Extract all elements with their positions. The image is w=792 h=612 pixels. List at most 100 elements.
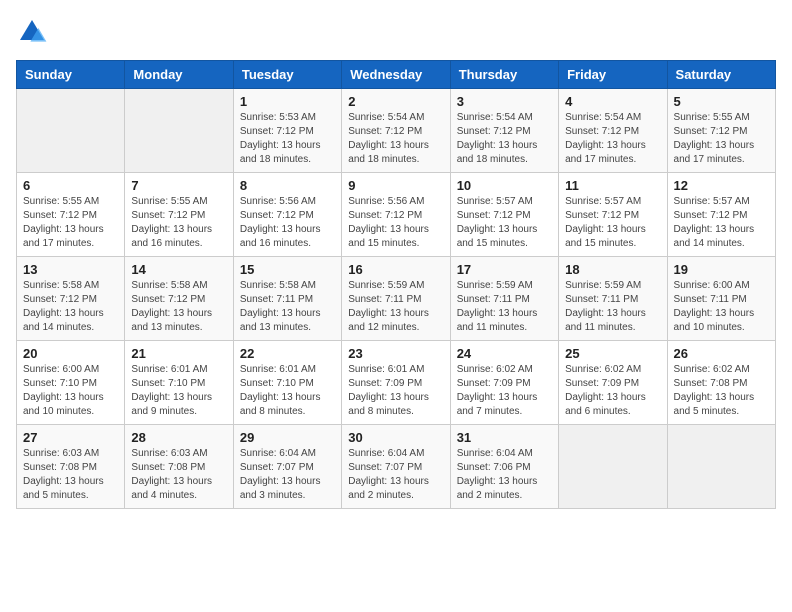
calendar-cell: 8 Sunrise: 5:56 AM Sunset: 7:12 PM Daylig…: [233, 173, 341, 257]
weekday-header-tuesday: Tuesday: [233, 61, 341, 89]
weekday-header-friday: Friday: [559, 61, 667, 89]
calendar-cell: 22 Sunrise: 6:01 AM Sunset: 7:10 PM Dayli…: [233, 341, 341, 425]
calendar-cell: [17, 89, 125, 173]
day-info: Sunrise: 6:00 AM Sunset: 7:10 PM Dayligh…: [23, 363, 118, 419]
day-info: Sunrise: 5:58 AM Sunset: 7:11 PM Dayligh…: [240, 279, 335, 335]
calendar-cell: 7 Sunrise: 5:55 AM Sunset: 7:12 PM Daylig…: [125, 173, 233, 257]
day-number: 30: [348, 430, 443, 445]
calendar-cell: 5 Sunrise: 5:55 AM Sunset: 7:12 PM Daylig…: [667, 89, 775, 173]
day-info: Sunrise: 5:58 AM Sunset: 7:12 PM Dayligh…: [23, 279, 118, 335]
day-info: Sunrise: 5:56 AM Sunset: 7:12 PM Dayligh…: [348, 195, 443, 251]
weekday-header-thursday: Thursday: [450, 61, 558, 89]
day-number: 14: [131, 262, 226, 277]
calendar-week-5: 27Sunrise: 6:03 AM Sunset: 7:08 PM Dayli…: [17, 425, 776, 509]
calendar-cell: 26 Sunrise: 6:02 AM Sunset: 7:08 PM Dayli…: [667, 341, 775, 425]
calendar-cell: 4Sunrise: 5:54 AM Sunset: 7:12 PM Daylig…: [559, 89, 667, 173]
calendar-cell: 30Sunrise: 6:04 AM Sunset: 7:07 PM Dayli…: [342, 425, 450, 509]
day-number: 23: [348, 346, 443, 361]
calendar-cell: 11 Sunrise: 5:57 AM Sunset: 7:12 PM Dayli…: [559, 173, 667, 257]
calendar-cell: 10Sunrise: 5:57 AM Sunset: 7:12 PM Dayli…: [450, 173, 558, 257]
calendar-week-2: 6 Sunrise: 5:55 AM Sunset: 7:12 PM Daylig…: [17, 173, 776, 257]
weekday-header-monday: Monday: [125, 61, 233, 89]
day-number: 12: [674, 178, 769, 193]
calendar-cell: 2 Sunrise: 5:54 AM Sunset: 7:12 PM Daylig…: [342, 89, 450, 173]
calendar-week-3: 13 Sunrise: 5:58 AM Sunset: 7:12 PM Dayli…: [17, 257, 776, 341]
day-number: 19: [674, 262, 769, 277]
day-info: Sunrise: 6:02 AM Sunset: 7:08 PM Dayligh…: [674, 363, 769, 419]
weekday-header-wednesday: Wednesday: [342, 61, 450, 89]
day-number: 3: [457, 94, 552, 109]
logo-icon: [16, 16, 48, 48]
calendar-cell: [559, 425, 667, 509]
day-info: Sunrise: 5:59 AM Sunset: 7:11 PM Dayligh…: [348, 279, 443, 335]
day-info: Sunrise: 6:04 AM Sunset: 7:07 PM Dayligh…: [240, 447, 335, 503]
calendar-cell: 21 Sunrise: 6:01 AM Sunset: 7:10 PM Dayli…: [125, 341, 233, 425]
calendar-cell: 3 Sunrise: 5:54 AM Sunset: 7:12 PM Daylig…: [450, 89, 558, 173]
day-info: Sunrise: 5:55 AM Sunset: 7:12 PM Dayligh…: [23, 195, 118, 251]
day-number: 28: [131, 430, 226, 445]
day-number: 8: [240, 178, 335, 193]
day-number: 31: [457, 430, 552, 445]
calendar-cell: 28 Sunrise: 6:03 AM Sunset: 7:08 PM Dayli…: [125, 425, 233, 509]
calendar-cell: 20Sunrise: 6:00 AM Sunset: 7:10 PM Dayli…: [17, 341, 125, 425]
day-info: Sunrise: 5:57 AM Sunset: 7:12 PM Dayligh…: [565, 195, 660, 251]
day-number: 25: [565, 346, 660, 361]
day-number: 18: [565, 262, 660, 277]
day-info: Sunrise: 6:04 AM Sunset: 7:06 PM Dayligh…: [457, 447, 552, 503]
calendar-cell: 27Sunrise: 6:03 AM Sunset: 7:08 PM Dayli…: [17, 425, 125, 509]
day-number: 4: [565, 94, 660, 109]
day-number: 5: [674, 94, 769, 109]
page-header: [16, 16, 776, 48]
day-info: Sunrise: 6:00 AM Sunset: 7:11 PM Dayligh…: [674, 279, 769, 335]
day-info: Sunrise: 5:58 AM Sunset: 7:12 PM Dayligh…: [131, 279, 226, 335]
day-number: 6: [23, 178, 118, 193]
weekday-header-sunday: Sunday: [17, 61, 125, 89]
day-info: Sunrise: 5:53 AM Sunset: 7:12 PM Dayligh…: [240, 111, 335, 167]
calendar-cell: 24Sunrise: 6:02 AM Sunset: 7:09 PM Dayli…: [450, 341, 558, 425]
day-info: Sunrise: 6:03 AM Sunset: 7:08 PM Dayligh…: [131, 447, 226, 503]
day-info: Sunrise: 6:01 AM Sunset: 7:10 PM Dayligh…: [131, 363, 226, 419]
calendar-cell: 29 Sunrise: 6:04 AM Sunset: 7:07 PM Dayli…: [233, 425, 341, 509]
day-info: Sunrise: 6:02 AM Sunset: 7:09 PM Dayligh…: [457, 363, 552, 419]
calendar-cell: 16 Sunrise: 5:59 AM Sunset: 7:11 PM Dayli…: [342, 257, 450, 341]
day-info: Sunrise: 5:57 AM Sunset: 7:12 PM Dayligh…: [457, 195, 552, 251]
day-number: 26: [674, 346, 769, 361]
calendar-cell: 18 Sunrise: 5:59 AM Sunset: 7:11 PM Dayli…: [559, 257, 667, 341]
day-info: Sunrise: 5:54 AM Sunset: 7:12 PM Dayligh…: [457, 111, 552, 167]
calendar-cell: 23 Sunrise: 6:01 AM Sunset: 7:09 PM Dayli…: [342, 341, 450, 425]
calendar-body: 1 Sunrise: 5:53 AM Sunset: 7:12 PM Daylig…: [17, 89, 776, 509]
calendar-cell: 19 Sunrise: 6:00 AM Sunset: 7:11 PM Dayli…: [667, 257, 775, 341]
day-number: 16: [348, 262, 443, 277]
weekday-header-row: SundayMondayTuesdayWednesdayThursdayFrid…: [17, 61, 776, 89]
day-info: Sunrise: 6:03 AM Sunset: 7:08 PM Dayligh…: [23, 447, 118, 503]
calendar-table: SundayMondayTuesdayWednesdayThursdayFrid…: [16, 60, 776, 509]
logo: [16, 16, 52, 48]
calendar-cell: 25Sunrise: 6:02 AM Sunset: 7:09 PM Dayli…: [559, 341, 667, 425]
day-info: Sunrise: 6:01 AM Sunset: 7:10 PM Dayligh…: [240, 363, 335, 419]
day-number: 1: [240, 94, 335, 109]
day-info: Sunrise: 6:01 AM Sunset: 7:09 PM Dayligh…: [348, 363, 443, 419]
day-number: 13: [23, 262, 118, 277]
day-info: Sunrise: 5:55 AM Sunset: 7:12 PM Dayligh…: [674, 111, 769, 167]
day-number: 7: [131, 178, 226, 193]
calendar-cell: 9 Sunrise: 5:56 AM Sunset: 7:12 PM Daylig…: [342, 173, 450, 257]
calendar-cell: 6 Sunrise: 5:55 AM Sunset: 7:12 PM Daylig…: [17, 173, 125, 257]
day-info: Sunrise: 5:57 AM Sunset: 7:12 PM Dayligh…: [674, 195, 769, 251]
day-number: 11: [565, 178, 660, 193]
calendar-cell: 12 Sunrise: 5:57 AM Sunset: 7:12 PM Dayli…: [667, 173, 775, 257]
calendar-cell: 17 Sunrise: 5:59 AM Sunset: 7:11 PM Dayli…: [450, 257, 558, 341]
day-info: Sunrise: 5:59 AM Sunset: 7:11 PM Dayligh…: [565, 279, 660, 335]
day-number: 2: [348, 94, 443, 109]
day-number: 21: [131, 346, 226, 361]
day-info: Sunrise: 5:56 AM Sunset: 7:12 PM Dayligh…: [240, 195, 335, 251]
day-number: 17: [457, 262, 552, 277]
day-info: Sunrise: 5:54 AM Sunset: 7:12 PM Dayligh…: [348, 111, 443, 167]
day-info: Sunrise: 5:59 AM Sunset: 7:11 PM Dayligh…: [457, 279, 552, 335]
day-number: 29: [240, 430, 335, 445]
day-info: Sunrise: 5:55 AM Sunset: 7:12 PM Dayligh…: [131, 195, 226, 251]
day-number: 9: [348, 178, 443, 193]
calendar-header: SundayMondayTuesdayWednesdayThursdayFrid…: [17, 61, 776, 89]
day-number: 22: [240, 346, 335, 361]
calendar-cell: 31 Sunrise: 6:04 AM Sunset: 7:06 PM Dayli…: [450, 425, 558, 509]
calendar-cell: 13 Sunrise: 5:58 AM Sunset: 7:12 PM Dayli…: [17, 257, 125, 341]
